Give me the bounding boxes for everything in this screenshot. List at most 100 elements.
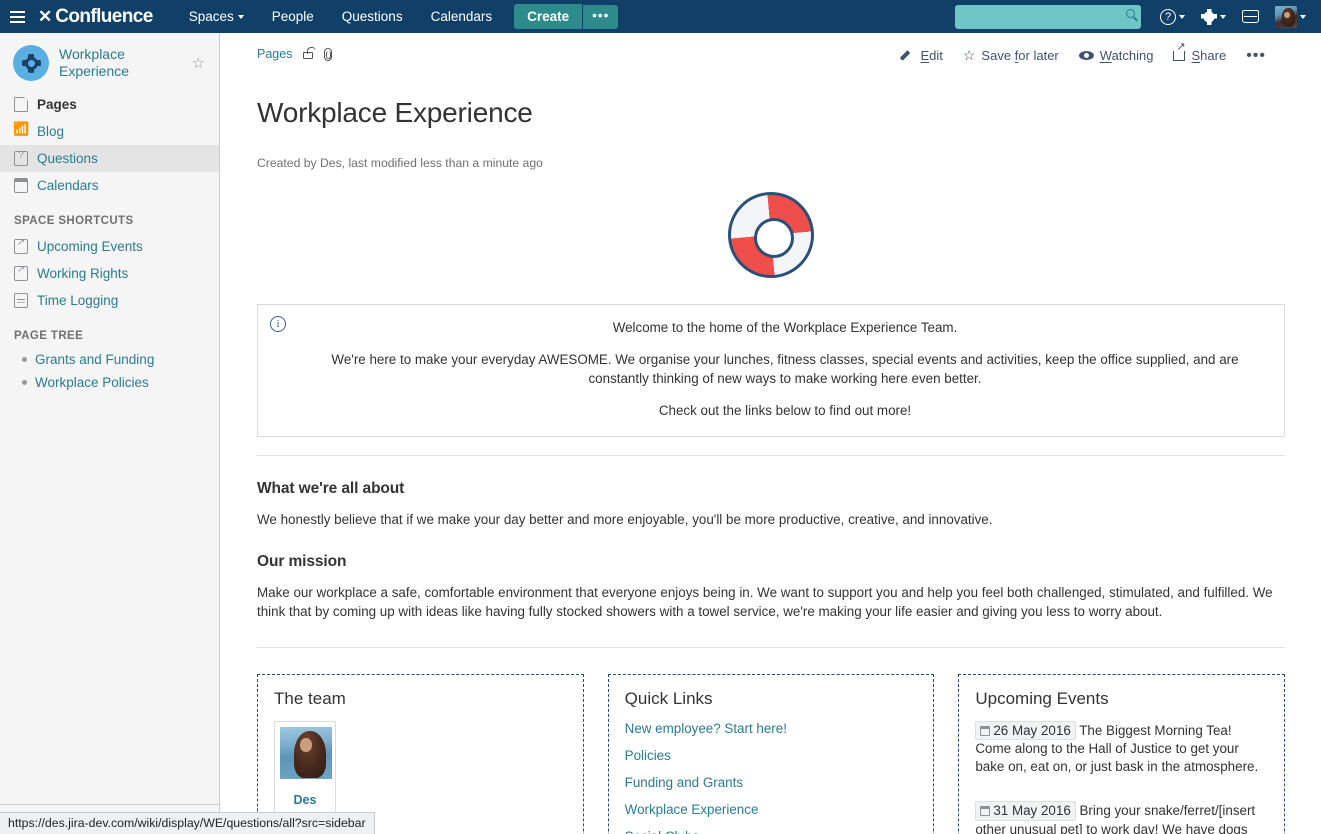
search-input-wrapper[interactable] xyxy=(955,5,1141,29)
event-date-badge[interactable]: 26 May 2016 xyxy=(975,721,1075,741)
calendar-icon xyxy=(14,178,28,193)
sidebar-item-questions[interactable]: Questions xyxy=(0,145,219,172)
attachments-paperclip-icon[interactable] xyxy=(324,48,332,61)
share-button[interactable]: Share xyxy=(1173,48,1226,63)
eye-icon xyxy=(1079,51,1094,60)
sidebar-item-blog[interactable]: Blog xyxy=(0,118,219,145)
top-navigation-bar: ✕ Confluence Spaces People Questions Cal… xyxy=(0,0,1321,33)
confluence-logo-text: Confluence xyxy=(55,6,152,28)
confluence-logo[interactable]: ✕ Confluence xyxy=(38,6,153,28)
hero-image-wrapper xyxy=(257,170,1285,288)
sidebar-item-pages[interactable]: Pages xyxy=(0,91,219,118)
search-icon xyxy=(1126,9,1135,18)
sidebar-shortcut-time-logging-label: Time Logging xyxy=(37,293,118,308)
quick-link-social-clubs[interactable]: Social Clubs xyxy=(625,829,920,834)
calendar-icon xyxy=(980,806,990,816)
create-button[interactable]: Create xyxy=(514,4,582,29)
bottom-panels: The team Des Quick Links New employee? S… xyxy=(257,674,1285,834)
space-header: Workplace Experience ☆ xyxy=(0,33,219,91)
page-tree-item-workplace-policies[interactable]: Workplace Policies xyxy=(0,371,219,394)
share-label: Share xyxy=(1191,48,1226,63)
breadcrumb: Pages xyxy=(257,47,332,61)
panel-the-team: The team Des xyxy=(257,674,584,834)
quick-link-policies[interactable]: Policies xyxy=(625,748,920,763)
panel-the-team-title: The team xyxy=(274,689,569,709)
bullet-icon xyxy=(22,380,27,385)
event-item: 26 May 2016 The Biggest Morning Tea! Com… xyxy=(975,721,1270,776)
event-item: 31 May 2016 Bring your snake/ferret/[ins… xyxy=(975,801,1270,834)
inbox-icon xyxy=(1242,10,1259,23)
sidebar-shortcut-time-logging[interactable]: Time Logging xyxy=(0,287,219,314)
page-tree-item-label: Grants and Funding xyxy=(35,352,154,367)
divider xyxy=(257,647,1285,648)
nav-item-spaces[interactable]: Spaces xyxy=(175,0,258,33)
page-tree-heading: PAGE TREE xyxy=(0,314,219,348)
avatar xyxy=(1275,6,1297,28)
hamburger-icon[interactable] xyxy=(0,0,34,33)
profile-name-link[interactable]: Des xyxy=(280,793,330,807)
divider xyxy=(257,455,1285,456)
nav-item-calendars[interactable]: Calendars xyxy=(417,0,507,33)
section-heading-what-were-all-about: What we're all about xyxy=(257,480,1285,498)
quick-link-funding-and-grants[interactable]: Funding and Grants xyxy=(625,775,920,790)
page-icon xyxy=(14,97,28,112)
restrictions-lock-icon[interactable] xyxy=(303,52,313,59)
nav-item-spaces-label: Spaces xyxy=(189,9,234,24)
lifebuoy-icon xyxy=(728,192,814,278)
space-name-link[interactable]: Workplace Experience xyxy=(59,46,182,80)
search-input[interactable] xyxy=(955,5,1141,29)
chevron-down-icon xyxy=(1179,15,1185,19)
sidebar-shortcut-working-rights[interactable]: Working Rights xyxy=(0,260,219,287)
save-for-later-label: Save for later xyxy=(981,48,1058,63)
more-actions-button[interactable]: ••• xyxy=(1246,51,1266,61)
star-icon: ☆ xyxy=(963,47,976,64)
help-icon: ? xyxy=(1160,9,1176,25)
file-icon xyxy=(14,293,28,308)
share-icon xyxy=(1173,51,1185,61)
user-menu-button[interactable] xyxy=(1268,0,1313,33)
create-more-button[interactable]: ••• xyxy=(582,5,618,29)
panel-quick-links-title: Quick Links xyxy=(625,689,920,709)
chevron-down-icon xyxy=(238,15,244,19)
event-date-label: 26 May 2016 xyxy=(993,723,1070,738)
settings-menu-button[interactable] xyxy=(1194,0,1233,33)
edit-button-label: Edit xyxy=(920,48,942,63)
browser-status-bar: https://des.jira-dev.com/wiki/display/WE… xyxy=(0,812,375,834)
page-tree-item-label: Workplace Policies xyxy=(35,375,149,390)
quick-link-new-employee[interactable]: New employee? Start here! xyxy=(625,721,920,736)
info-panel-line-1: Welcome to the home of the Workplace Exp… xyxy=(304,318,1266,337)
sidebar-shortcut-upcoming-events[interactable]: Upcoming Events xyxy=(0,233,219,260)
panel-upcoming-events: Upcoming Events 26 May 2016 The Biggest … xyxy=(958,674,1285,834)
info-icon: i xyxy=(270,316,286,332)
profile-card[interactable]: Des xyxy=(274,721,336,816)
avatar xyxy=(280,727,332,779)
external-link-icon xyxy=(14,239,28,254)
edit-button[interactable]: Edit xyxy=(901,48,942,63)
chevron-down-icon xyxy=(1220,15,1226,19)
info-panel-line-3: Check out the links below to find out mo… xyxy=(304,401,1266,420)
help-menu-button[interactable]: ? xyxy=(1153,0,1192,33)
nav-item-questions[interactable]: Questions xyxy=(328,0,417,33)
page-title: Workplace Experience xyxy=(221,83,1321,129)
breadcrumb-pages[interactable]: Pages xyxy=(257,47,292,61)
page-content-area: Pages Edit ☆ Save for later Watching Sha… xyxy=(221,33,1321,834)
sidebar-item-calendars[interactable]: Calendars xyxy=(0,172,219,199)
save-for-later-button[interactable]: ☆ Save for later xyxy=(963,47,1059,64)
pencil-icon xyxy=(901,49,914,62)
page-tree-item-grants-and-funding[interactable]: Grants and Funding xyxy=(0,348,219,371)
info-panel: i Welcome to the home of the Workplace E… xyxy=(257,304,1285,437)
info-panel-line-2: We're here to make your everyday AWESOME… xyxy=(304,350,1266,388)
confluence-mark-icon: ✕ xyxy=(38,7,51,27)
page-metadata: Created by Des, last modified less than … xyxy=(221,148,1321,170)
favourite-star-icon[interactable]: ☆ xyxy=(192,54,209,72)
event-date-badge[interactable]: 31 May 2016 xyxy=(975,801,1075,821)
notifications-button[interactable] xyxy=(1235,0,1266,33)
watching-button[interactable]: Watching xyxy=(1079,48,1154,63)
nav-item-people[interactable]: People xyxy=(258,0,328,33)
space-avatar-icon xyxy=(13,45,49,81)
blog-icon xyxy=(14,124,28,139)
event-date-label: 31 May 2016 xyxy=(993,803,1070,818)
create-button-group: Create ••• xyxy=(514,4,618,29)
quick-link-workplace-experience[interactable]: Workplace Experience xyxy=(625,802,920,817)
external-link-icon xyxy=(14,266,28,281)
